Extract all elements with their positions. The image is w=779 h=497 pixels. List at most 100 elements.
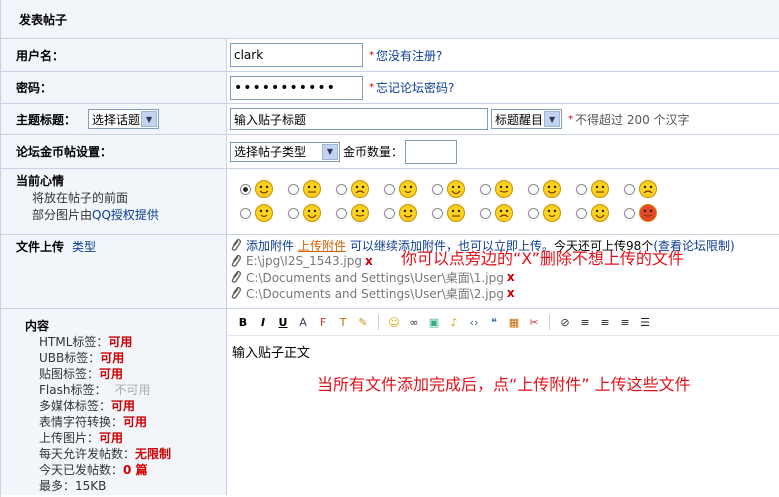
mood-radio[interactable] — [624, 207, 635, 219]
mood-option[interactable] — [576, 203, 624, 223]
font-face-icon[interactable]: F — [315, 314, 331, 330]
mood-radio[interactable] — [288, 207, 299, 219]
mood-label: 当前心情 — [16, 174, 65, 188]
mood-radio[interactable] — [528, 207, 539, 219]
mood-option[interactable] — [432, 179, 480, 199]
mood-option[interactable] — [624, 203, 672, 223]
mood-radio[interactable] — [624, 183, 635, 195]
mood-radio[interactable] — [288, 183, 299, 195]
upload-label: 文件上传 — [16, 240, 65, 254]
mood-option[interactable] — [480, 179, 528, 199]
mood-radio[interactable] — [480, 207, 491, 219]
setting-name: 每天允许发帖数： — [39, 447, 136, 461]
mood-option[interactable] — [480, 203, 528, 223]
password-input[interactable] — [230, 75, 363, 100]
file-path: C:\Documents and Settings\User\桌面\1.jpg — [246, 270, 504, 285]
mood-radio[interactable] — [432, 183, 443, 195]
coin-amount-input[interactable] — [405, 139, 458, 164]
smiley-icon[interactable]: ☺ — [386, 314, 402, 330]
mood-option[interactable] — [624, 179, 672, 199]
delete-file-icon[interactable]: x — [507, 286, 515, 300]
mood-desc: 将放在帖子的前面 — [32, 191, 129, 205]
mood-option[interactable] — [288, 203, 336, 223]
text-color-icon[interactable]: T — [335, 314, 351, 330]
file-types-link[interactable]: 类型 — [72, 238, 96, 255]
align-center-icon[interactable]: ≡ — [597, 314, 613, 330]
title-input[interactable] — [230, 108, 488, 130]
delete-file-icon[interactable]: x — [365, 254, 373, 268]
upload-panel: 添加附件 上传附件 可以继续添加附件，也可以立即上传。 今天还可上传98个 (查… — [227, 235, 779, 308]
mood-option[interactable] — [336, 179, 384, 199]
mood-radio[interactable] — [480, 183, 491, 195]
highlight-select-value: 标题醒目 — [495, 112, 544, 127]
mood-radio[interactable] — [432, 207, 443, 219]
setting-item: 表情字符转换：可用 — [39, 414, 171, 430]
content-label: 内容 — [25, 319, 50, 333]
setting-value: 0 篇 — [123, 463, 148, 477]
mood-credit-prefix: 部分图片由 — [32, 208, 93, 222]
required-star: * — [369, 82, 374, 93]
editor-body[interactable]: 输入贴子正文 — [227, 336, 779, 367]
mood-label-cell: 当前心情 将放在帖子的前面 部分图片由QQ授权提供 — [1, 169, 227, 234]
delete-file-icon[interactable]: x — [507, 270, 515, 284]
table-icon[interactable]: ▦ — [506, 314, 522, 330]
setting-name: 表情字符转换： — [39, 415, 124, 429]
clear-format-icon[interactable]: ✂ — [526, 314, 542, 330]
attached-file: C:\Documents and Settings\User\桌面\1.jpg x — [230, 269, 779, 285]
list-icon[interactable]: ☰ — [637, 314, 653, 330]
post-type-select[interactable]: 选择帖子类型 ▼ — [230, 141, 340, 162]
mood-option[interactable] — [432, 203, 480, 223]
code-icon[interactable]: ‹› — [466, 314, 482, 330]
align-left-icon[interactable]: ≡ — [577, 314, 593, 330]
mood-option[interactable] — [240, 203, 288, 223]
smiley-icon — [447, 180, 465, 198]
highlight-icon[interactable]: ✎ — [355, 314, 371, 330]
unlink-icon[interactable]: ⊘ — [557, 314, 573, 330]
mood-option[interactable] — [384, 203, 432, 223]
setting-name: 贴图标签： — [39, 367, 100, 381]
coin-label: 论坛金币帖设置： — [1, 135, 227, 168]
setting-name: 多媒体标签： — [39, 399, 112, 413]
setting-name: Flash标签： — [39, 383, 107, 397]
bold-icon[interactable]: B — [235, 314, 251, 330]
username-input[interactable] — [230, 43, 363, 67]
mood-radio[interactable] — [576, 183, 587, 195]
align-right-icon[interactable]: ≡ — [617, 314, 633, 330]
mood-radio[interactable] — [528, 183, 539, 195]
flash-icon[interactable]: ♪ — [446, 314, 462, 330]
mood-radio[interactable] — [240, 183, 251, 195]
mood-option[interactable] — [288, 179, 336, 199]
mood-radio[interactable] — [576, 207, 587, 219]
underline-icon[interactable]: U — [275, 314, 291, 330]
mood-radio[interactable] — [384, 207, 395, 219]
mood-radio[interactable] — [336, 183, 347, 195]
add-attachment-link[interactable]: 添加附件 — [246, 237, 294, 254]
setting-item: UBB标签：可用 — [39, 350, 171, 366]
mood-option[interactable] — [336, 203, 384, 223]
mood-option[interactable] — [240, 179, 288, 199]
paperclip-icon — [231, 239, 241, 251]
form-title: 发表帖子 — [19, 12, 68, 27]
mood-radio[interactable] — [384, 183, 395, 195]
font-size-icon[interactable]: A — [295, 314, 311, 330]
mood-radio[interactable] — [240, 207, 251, 219]
forgot-password-link[interactable]: 忘记论坛密码? — [376, 79, 454, 96]
register-link[interactable]: 您没有注册? — [376, 47, 442, 64]
mood-option[interactable] — [528, 203, 576, 223]
qq-credit-link[interactable]: QQ授权提供 — [92, 208, 159, 222]
image-icon[interactable]: ▣ — [426, 314, 442, 330]
highlight-select[interactable]: 标题醒目 ▼ — [491, 109, 563, 129]
subject-label-cell: 主题标题： 选择话题 ▼ — [1, 104, 227, 134]
italic-icon[interactable]: I — [255, 314, 271, 330]
upload-attachment-link[interactable]: 上传附件 — [298, 237, 346, 254]
mood-option[interactable] — [576, 179, 624, 199]
smiley-icon — [591, 180, 609, 198]
mood-option[interactable] — [528, 179, 576, 199]
smiley-icon — [543, 204, 561, 222]
topic-select[interactable]: 选择话题 ▼ — [88, 109, 160, 129]
mood-option[interactable] — [384, 179, 432, 199]
mood-radio[interactable] — [336, 207, 347, 219]
link-icon[interactable]: ∞ — [406, 314, 422, 330]
setting-item: 贴图标签：可用 — [39, 366, 171, 382]
quote-icon[interactable]: ❝ — [486, 314, 502, 330]
